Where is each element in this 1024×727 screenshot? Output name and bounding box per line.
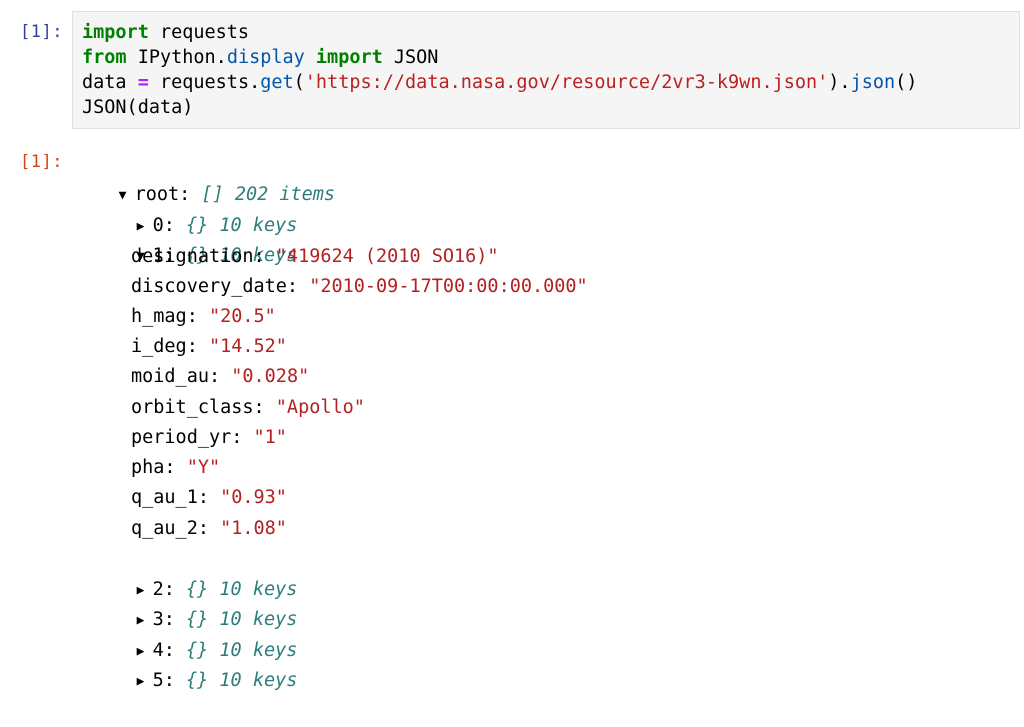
keyword-import: import (304, 47, 383, 68)
field-value: "419624 (2010 SO16)" (275, 246, 499, 267)
tree-item-5[interactable]: ▶ 5: {} 10 keys (92, 636, 298, 691)
field-row: q_au_2: "1.08" (131, 514, 287, 544)
field-row: pha: "Y" (131, 453, 220, 483)
field-key: discovery_date: (131, 276, 299, 297)
paren-open: ( (293, 72, 305, 93)
field-key: moid_au: (131, 366, 221, 387)
field-key: pha: (131, 457, 176, 478)
tree-root[interactable]: ▼ root: [] 202 items (74, 150, 336, 205)
assign-operator: = (126, 72, 160, 93)
code-line-4: JSON(data) (82, 95, 193, 120)
object-requests: requests (159, 72, 250, 93)
field-value: "2010-09-17T00:00:00.000" (309, 276, 588, 297)
field-value: "Y" (186, 457, 221, 478)
json-call: JSON(data) (82, 97, 194, 118)
method-json: json (850, 72, 896, 93)
tree-item-2[interactable]: ▶ 2: {} 10 keys (92, 545, 298, 600)
field-key: h_mag: (131, 306, 198, 327)
method-get: get (260, 72, 294, 93)
tree-item-0[interactable]: ▶ 0: {} 10 keys (92, 181, 298, 236)
call-parens: () (895, 72, 918, 93)
tree-item-4[interactable]: ▶ 4: {} 10 keys (92, 606, 298, 661)
object-type: {} (185, 670, 209, 691)
field-key: q_au_1: (131, 487, 209, 508)
keyword-from: from (82, 47, 127, 68)
code-line-1: import requests (82, 20, 249, 45)
tree-item-3[interactable]: ▶ 3: {} 10 keys (92, 575, 298, 630)
caret-right-icon[interactable]: ▶ (137, 667, 153, 697)
field-value: "20.5" (208, 306, 276, 327)
field-value: "0.028" (231, 366, 310, 387)
item-key: 5: (152, 670, 175, 691)
dot: . (215, 47, 227, 68)
field-row: moid_au: "0.028" (131, 362, 309, 392)
field-key: designation: (131, 246, 265, 267)
dot: . (249, 72, 261, 93)
field-key: period_yr: (131, 427, 243, 448)
code-line-3: data = requests.get('https://data.nasa.g… (82, 70, 917, 95)
import-name: JSON (382, 47, 439, 68)
code-cell[interactable]: import requests from IPython.display imp… (72, 11, 1020, 129)
code-line-2: from IPython.display import JSON (82, 45, 438, 70)
module-ipython: IPython (126, 47, 216, 68)
field-value: "1.08" (220, 518, 287, 539)
field-row: i_deg: "14.52" (131, 332, 287, 362)
module-display: display (226, 47, 305, 68)
field-row: discovery_date: "2010-09-17T00:00:00.000… (131, 272, 588, 302)
field-row: orbit_class: "Apollo" (131, 393, 365, 423)
tree-item-1[interactable]: ▼ 1: {} 10 keys (92, 211, 298, 266)
keyword-import: import (82, 22, 149, 43)
paren-close: ) (828, 72, 840, 93)
field-key: i_deg: (131, 336, 198, 357)
field-value: "1" (253, 427, 287, 448)
field-value: "14.52" (208, 336, 287, 357)
field-row: designation: "419624 (2010 SO16)" (131, 242, 499, 272)
output-prompt: [1]: (20, 152, 63, 172)
module-name: requests (148, 22, 250, 43)
field-key: orbit_class: (131, 397, 265, 418)
field-row: period_yr: "1" (131, 423, 287, 453)
url-string: 'https://data.nasa.gov/resource/2vr3-k9w… (304, 72, 829, 93)
dot: . (839, 72, 851, 93)
field-row: h_mag: "20.5" (131, 302, 276, 332)
field-value: "0.93" (220, 487, 287, 508)
key-count: 10 keys (219, 670, 298, 691)
field-key: q_au_2: (131, 518, 209, 539)
field-value: "Apollo" (275, 397, 365, 418)
variable-data: data (82, 72, 127, 93)
input-prompt: [1]: (20, 22, 63, 42)
field-row: q_au_1: "0.93" (131, 483, 287, 513)
